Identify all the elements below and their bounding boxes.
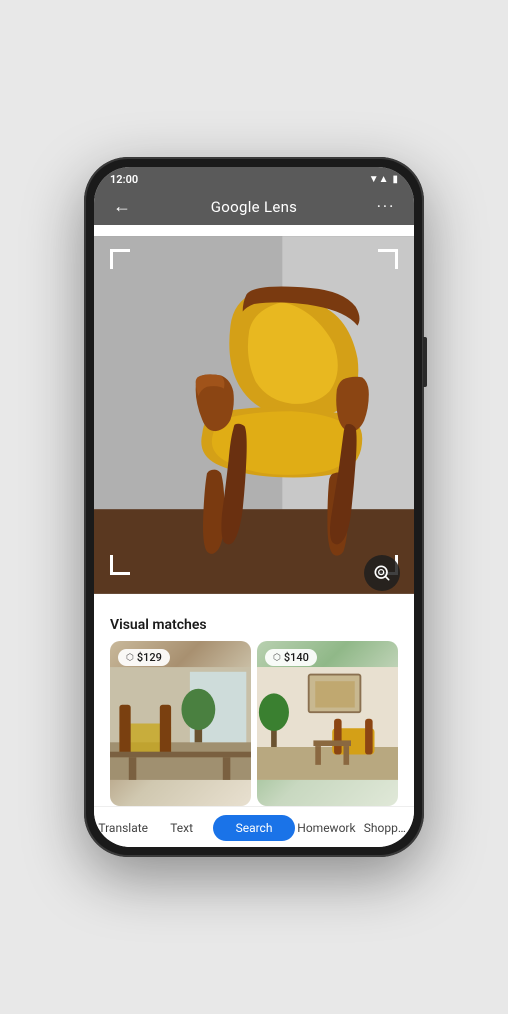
camera-image-area <box>94 225 414 605</box>
corner-bl <box>110 555 130 575</box>
wifi-icon: ▼▲ <box>369 174 389 185</box>
tab-text[interactable]: Text <box>152 815 210 841</box>
tab-translate[interactable]: Translate <box>94 815 152 841</box>
price-1: $129 <box>137 651 162 664</box>
price-badge-2: ⬡ $140 <box>265 649 317 666</box>
phone-frame: 12:00 ▼▲ ▮ ← Google Lens ··· <box>84 157 424 857</box>
status-time: 12:00 <box>110 173 138 186</box>
match-card-1[interactable]: ⬡ $129 <box>110 641 251 806</box>
price-2: $140 <box>284 651 309 664</box>
swipe-indicator <box>236 594 272 597</box>
more-button[interactable]: ··· <box>372 197 400 216</box>
tag-icon-2: ⬡ <box>273 653 281 663</box>
tag-icon-1: ⬡ <box>126 653 134 663</box>
tab-homework[interactable]: Homework <box>297 815 355 841</box>
phone-screen: 12:00 ▼▲ ▮ ← Google Lens ··· <box>94 167 414 847</box>
results-area: Visual matches <box>94 605 414 806</box>
results-title: Visual matches <box>94 605 414 641</box>
visual-matches-grid: ⬡ $129 <box>94 641 414 806</box>
match-card-2[interactable]: ⬡ $140 <box>257 641 398 806</box>
tab-search[interactable]: Search <box>213 815 295 841</box>
status-bar: 12:00 ▼▲ ▮ <box>94 167 414 190</box>
bottom-tabs: Translate Text Search Homework Shopp… <box>94 806 414 847</box>
top-bar: ← Google Lens ··· <box>94 190 414 225</box>
price-badge-1: ⬡ $129 <box>118 649 170 666</box>
side-button <box>423 337 427 387</box>
status-icons: ▼▲ ▮ <box>369 174 398 185</box>
corner-tl <box>110 249 130 269</box>
battery-icon: ▮ <box>392 174 398 185</box>
lens-icon <box>372 563 392 583</box>
selection-overlay <box>110 249 398 575</box>
corner-tr <box>378 249 398 269</box>
tab-shopping[interactable]: Shopp… <box>356 815 414 841</box>
back-button[interactable]: ← <box>108 196 136 217</box>
app-title: Google Lens <box>211 198 297 216</box>
lens-search-button[interactable] <box>364 555 400 591</box>
